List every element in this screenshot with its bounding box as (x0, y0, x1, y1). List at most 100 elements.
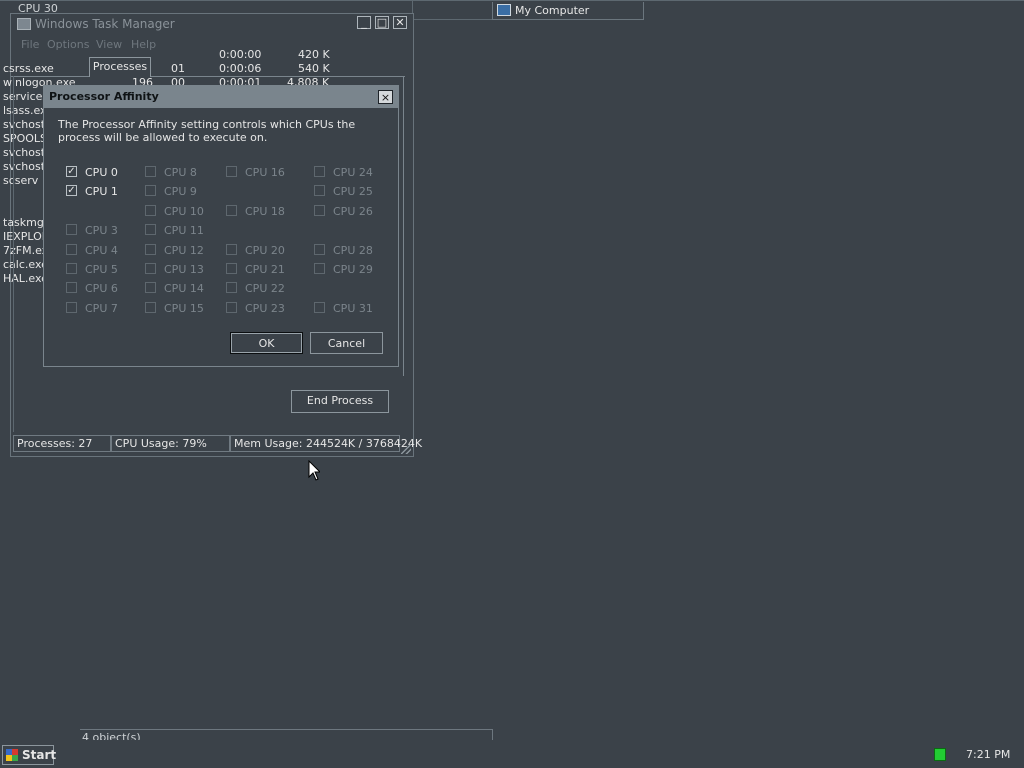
taskbar-clock[interactable]: 7:21 PM (966, 748, 1010, 761)
start-button[interactable]: Start (2, 745, 57, 765)
cpu-label: CPU 18 (245, 205, 285, 218)
menu-view[interactable]: View (96, 38, 122, 51)
menu-options[interactable]: Options (47, 38, 89, 51)
cpu-label: CPU 20 (245, 244, 285, 257)
cpu-label: CPU 21 (245, 263, 285, 276)
checkbox-box (145, 185, 156, 196)
checkbox-box (66, 224, 77, 235)
checkbox-box (66, 302, 77, 313)
checkbox-box (314, 205, 325, 216)
process-name[interactable]: 7zFM.ex (3, 244, 48, 257)
cpu-label: CPU 23 (245, 302, 285, 315)
cpu-label: CPU 4 (85, 244, 118, 257)
cpu-label: CPU 12 (164, 244, 204, 257)
task-manager-title: Windows Task Manager (35, 17, 175, 31)
checkbox-box (226, 244, 237, 255)
my-computer-window-fragment[interactable]: My Computer (492, 2, 644, 20)
checkbox-box (66, 244, 77, 255)
cpu-label: CPU 16 (245, 166, 285, 179)
checkbox-box (145, 302, 156, 313)
task-manager-title-bar[interactable]: Windows Task Manager _ □ ✕ (11, 14, 413, 34)
row-0-mem: 420 K (298, 48, 330, 61)
menu-file[interactable]: File (21, 38, 39, 51)
minimize-button[interactable]: _ (357, 16, 371, 29)
cpu-label: CPU 1 (85, 185, 118, 198)
cpu-label: CPU 9 (164, 185, 197, 198)
process-name[interactable]: svchost (3, 160, 45, 173)
checkmark-icon[interactable]: ✓ (66, 166, 77, 177)
process-name[interactable]: svchost (3, 118, 45, 131)
ok-button[interactable]: OK (230, 332, 303, 354)
cpu-label: CPU 5 (85, 263, 118, 276)
cpu-label: CPU 28 (333, 244, 373, 257)
row-1-cpu: 01 (171, 62, 185, 75)
status-cpu-usage: CPU Usage: 79% (111, 435, 230, 452)
checkbox-box (145, 224, 156, 235)
my-computer-title: My Computer (515, 4, 590, 17)
dialog-title-bar[interactable]: Processor Affinity × (44, 86, 398, 108)
windows-logo-icon (6, 749, 18, 761)
checkbox-box (145, 166, 156, 177)
status-mem-usage: Mem Usage: 244524K / 3768424K (230, 435, 422, 452)
explorer-status-fragment: 4 object(s) (80, 729, 493, 740)
checkbox-box (226, 282, 237, 293)
row-1-mem: 540 K (298, 62, 330, 75)
checkbox-box (314, 302, 325, 313)
process-name[interactable]: svchost (3, 146, 45, 159)
checkbox-box (145, 244, 156, 255)
processor-affinity-dialog[interactable]: Processor Affinity × The Processor Affin… (43, 85, 399, 367)
process-name[interactable]: SPOOLS (3, 132, 47, 145)
process-name[interactable]: services (3, 90, 48, 103)
process-name[interactable]: scserv (3, 174, 38, 187)
checkbox-box (314, 244, 325, 255)
checkbox-box (226, 263, 237, 274)
cpu-label: CPU 24 (333, 166, 373, 179)
end-process-button[interactable]: End Process (291, 390, 389, 413)
checkbox-box (66, 263, 77, 274)
cpu-label: CPU 29 (333, 263, 373, 276)
explorer-status-text: 4 object(s) (82, 731, 141, 740)
process-name[interactable]: calc.exe (3, 258, 48, 271)
close-button[interactable]: ✕ (393, 16, 407, 29)
cpu-label: CPU 14 (164, 282, 204, 295)
cpu-label: CPU 3 (85, 224, 118, 237)
maximize-button[interactable]: □ (375, 16, 389, 29)
mouse-cursor-icon (308, 460, 320, 481)
checkmark-icon[interactable]: ✓ (66, 185, 77, 196)
cpu-label: CPU 0 (85, 166, 118, 179)
my-computer-icon (497, 4, 511, 16)
dialog-title: Processor Affinity (49, 90, 159, 103)
dialog-description: The Processor Affinity setting controls … (58, 118, 356, 144)
menu-help[interactable]: Help (131, 38, 156, 51)
checkbox-box (145, 263, 156, 274)
resize-grip[interactable] (401, 444, 411, 454)
cpu-label: CPU 8 (164, 166, 197, 179)
tab-processes[interactable]: Processes (89, 57, 151, 77)
cpu-label: CPU 10 (164, 205, 204, 218)
row-0-time: 0:00:00 (219, 48, 262, 61)
tray-status-icon[interactable] (934, 748, 946, 761)
start-label: Start (22, 748, 57, 762)
cancel-button[interactable]: Cancel (310, 332, 383, 354)
checkbox-box (226, 205, 237, 216)
taskbar: Start 7:21 PM (0, 742, 1024, 768)
checkbox-box (314, 185, 325, 196)
cpu-label: CPU 25 (333, 185, 373, 198)
checkbox-box (145, 282, 156, 293)
cpu-label: CPU 31 (333, 302, 373, 315)
row-1-time: 0:00:06 (219, 62, 262, 75)
cpu-label: CPU 13 (164, 263, 204, 276)
dialog-close-button[interactable]: × (378, 90, 393, 104)
cpu-label: CPU 26 (333, 205, 373, 218)
checkbox-box (145, 205, 156, 216)
process-name[interactable]: HAL.exe (3, 272, 48, 285)
cpu-label: CPU 6 (85, 282, 118, 295)
checkbox-box (226, 302, 237, 313)
cpu-label: CPU 22 (245, 282, 285, 295)
status-processes: Processes: 27 (13, 435, 111, 452)
task-manager-icon (17, 18, 31, 30)
checkbox-box (314, 166, 325, 177)
cpu-label: CPU 7 (85, 302, 118, 315)
process-name[interactable]: csrss.exe (3, 62, 54, 75)
cpu-label: CPU 15 (164, 302, 204, 315)
